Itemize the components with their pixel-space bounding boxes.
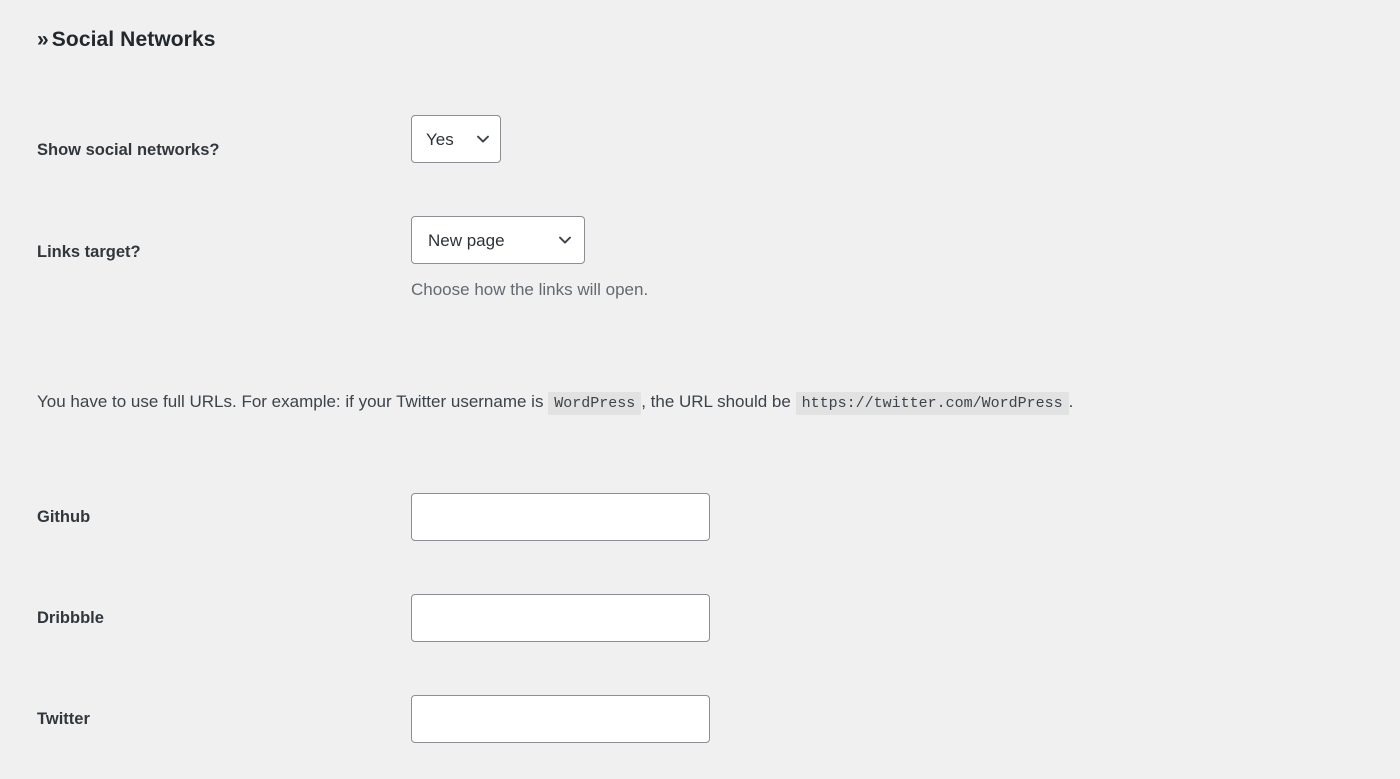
code-username-example: WordPress: [548, 392, 642, 415]
label-twitter: Twitter: [37, 710, 90, 728]
select-show-social-networks-value: Yes: [426, 129, 454, 149]
select-links-target-value: New page: [428, 230, 505, 250]
settings-page: » Social Networks Show social networks? Y…: [0, 0, 1400, 779]
full-urls-help-text: You have to use full URLs. For example: …: [37, 385, 1117, 420]
section-heading-title: Social Networks: [51, 28, 216, 51]
code-url-example: https://twitter.com/WordPress: [795, 392, 1069, 415]
label-links-target: Links target?: [37, 243, 141, 261]
dribbble-url-input[interactable]: [411, 594, 710, 642]
select-links-target[interactable]: New page: [411, 216, 585, 264]
label-show-social-networks: Show social networks?: [37, 141, 220, 159]
label-github: Github: [37, 508, 91, 526]
twitter-url-input[interactable]: [411, 695, 710, 743]
select-show-social-networks[interactable]: Yes: [411, 115, 501, 163]
section-heading: » Social Networks: [37, 28, 216, 52]
help-text-part-3: .: [1068, 392, 1074, 411]
description-links-target: Choose how the links will open.: [411, 280, 649, 299]
field-links-target: New page: [411, 216, 585, 264]
chevron-down-icon: [558, 233, 572, 247]
chevron-down-icon: [476, 132, 490, 146]
help-text-part-2: , the URL should be: [641, 392, 796, 411]
help-text-part-1: You have to use full URLs. For example: …: [37, 392, 549, 411]
field-twitter: [411, 695, 710, 743]
field-show-social-networks: Yes: [411, 115, 501, 163]
label-dribbble: Dribbble: [37, 609, 104, 627]
field-github: [411, 493, 710, 541]
github-url-input[interactable]: [411, 493, 710, 541]
field-dribbble: [411, 594, 710, 642]
section-heading-prefix-icon: »: [37, 28, 49, 51]
